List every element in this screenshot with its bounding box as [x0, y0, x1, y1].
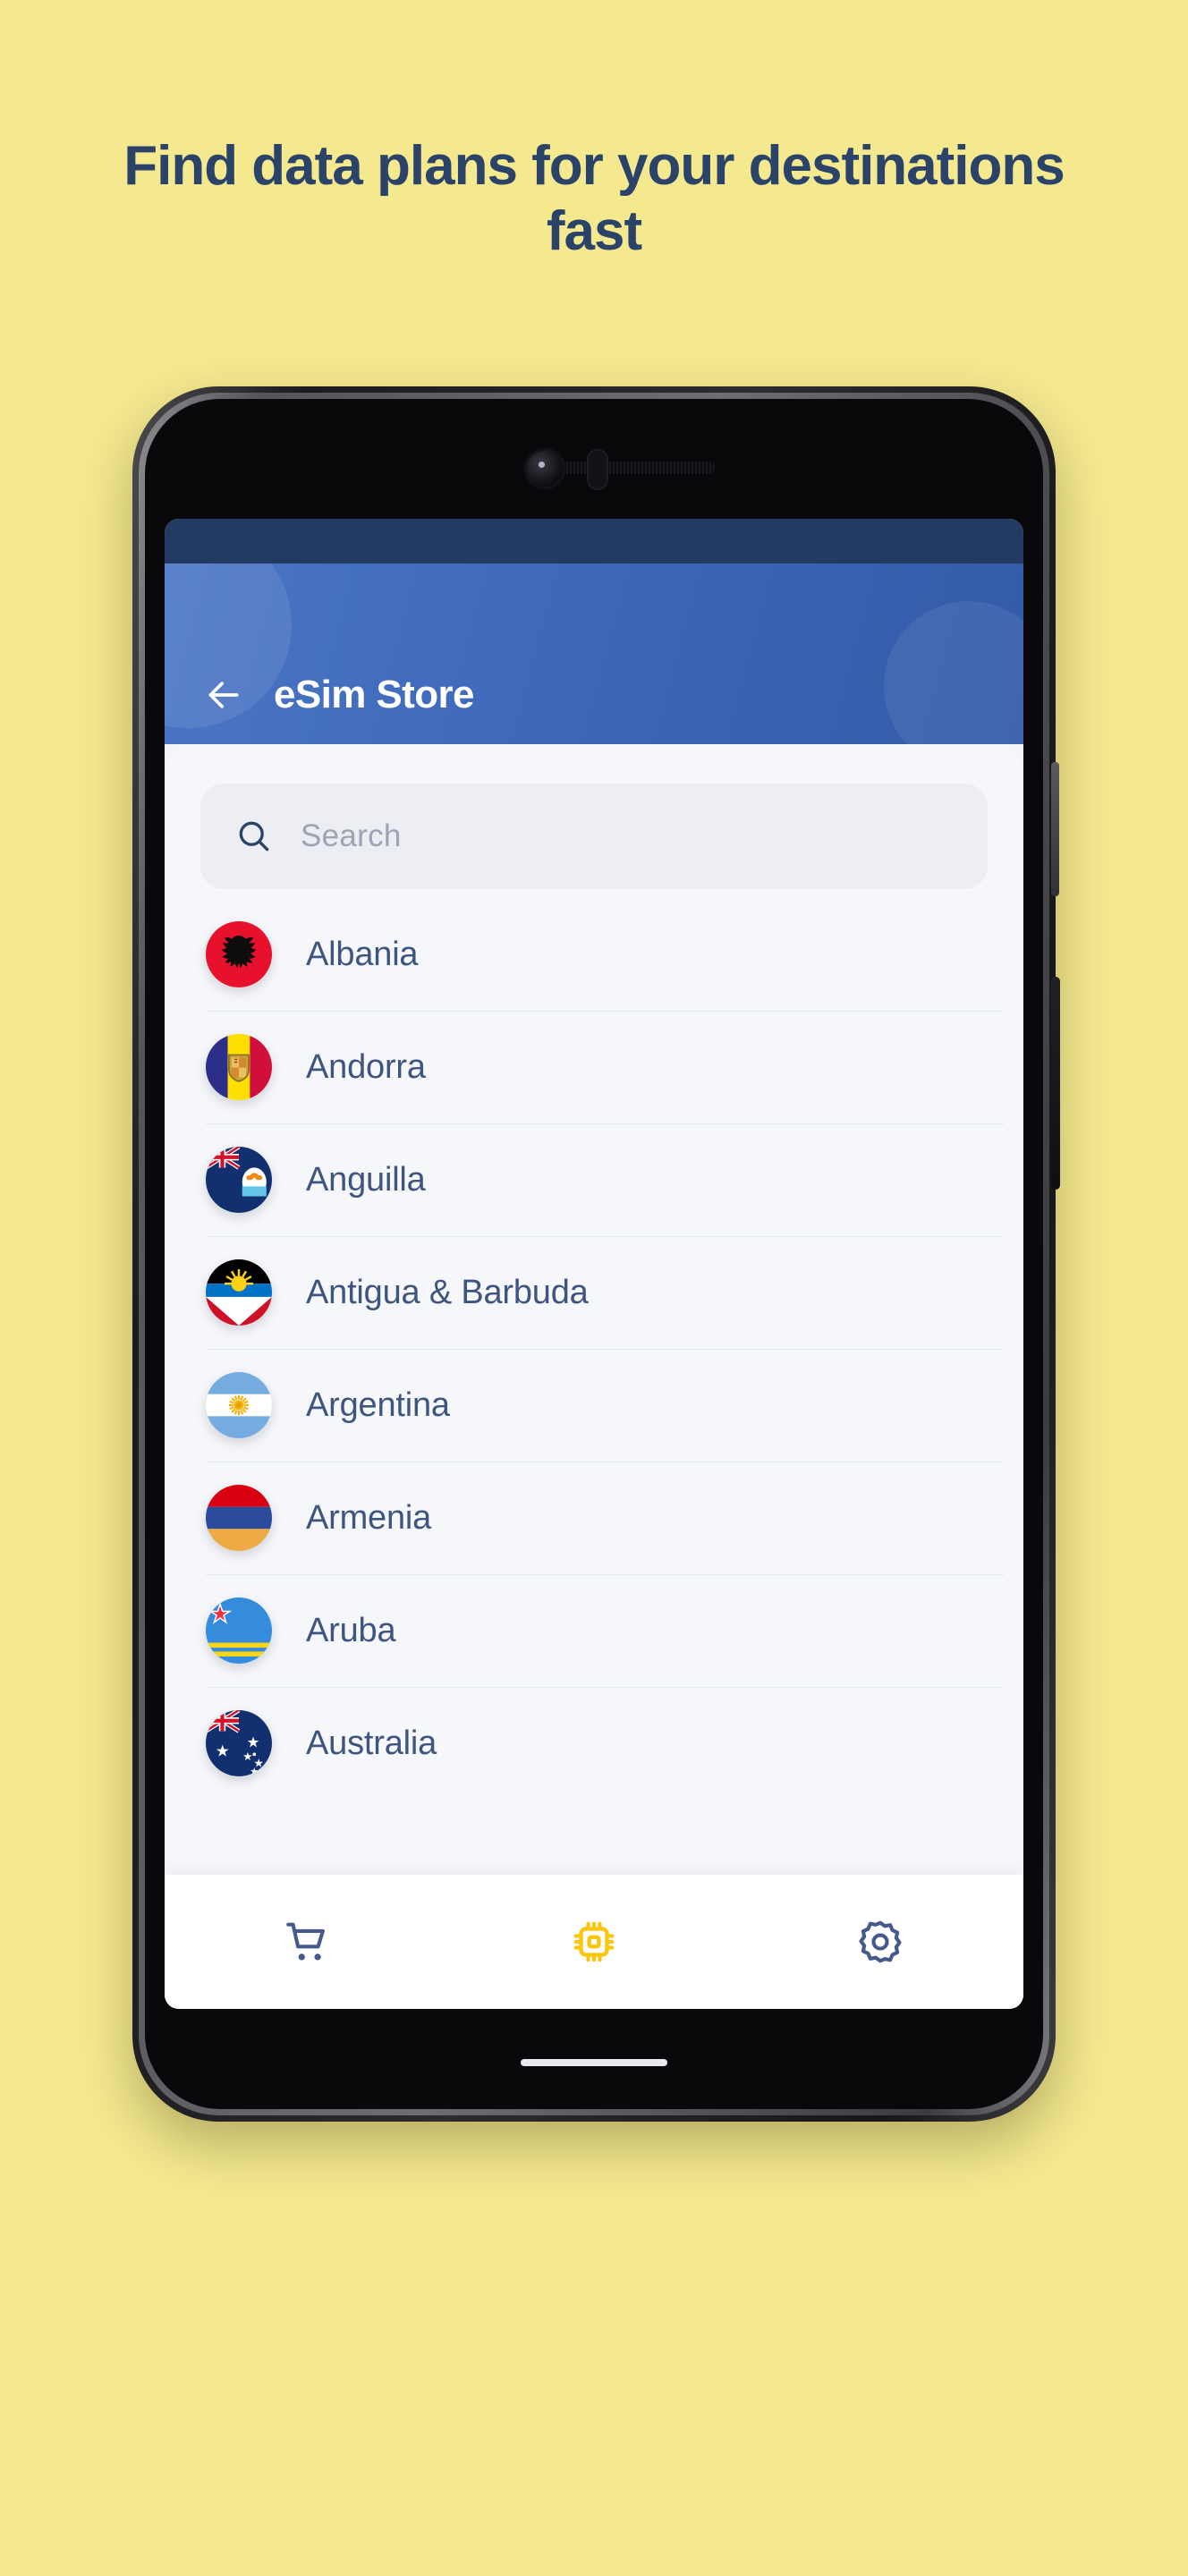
- country-name: Australia: [306, 1724, 437, 1762]
- antigua-and-barbuda-flag: [206, 1259, 272, 1326]
- phone-volume-button[interactable]: [1051, 977, 1060, 1190]
- albania-flag: [206, 921, 272, 987]
- search-icon: [239, 821, 269, 852]
- andorra-flag: [206, 1034, 272, 1100]
- phone-mockup: eSim Store Search Albania Andorra Anguil…: [132, 386, 1060, 2122]
- list-item[interactable]: Australia: [165, 1687, 1023, 1800]
- phone-power-button[interactable]: [1051, 762, 1059, 896]
- list-item[interactable]: Andorra: [165, 1011, 1023, 1123]
- country-name: Antigua & Barbuda: [306, 1273, 589, 1311]
- phone-screen: eSim Store Search Albania Andorra Anguil…: [165, 519, 1023, 2009]
- phone-bezel: eSim Store Search Albania Andorra Anguil…: [145, 399, 1043, 2109]
- list-item[interactable]: Anguilla: [165, 1123, 1023, 1236]
- list-item[interactable]: Albania: [165, 898, 1023, 1011]
- shopping-cart-icon: [286, 1922, 325, 1961]
- list-item[interactable]: Aruba: [165, 1574, 1023, 1687]
- anguilla-flag: [206, 1147, 272, 1213]
- search-placeholder: Search: [301, 818, 402, 853]
- argentina-flag: [206, 1372, 272, 1438]
- page-title: eSim Store: [274, 673, 474, 716]
- nav-item-esim[interactable]: [451, 1875, 737, 2009]
- country-name: Anguilla: [306, 1160, 426, 1199]
- gear-icon: [859, 1920, 902, 1963]
- app-bar: eSim Store: [165, 564, 1023, 744]
- country-name: Armenia: [306, 1498, 432, 1537]
- promo-headline: Find data plans for your destinations fa…: [123, 135, 1065, 262]
- list-item[interactable]: Argentina: [165, 1349, 1023, 1462]
- search-input[interactable]: Search: [200, 784, 988, 889]
- list-item[interactable]: Armenia: [165, 1462, 1023, 1574]
- status-bar: [165, 519, 1023, 564]
- earpiece-speaker-icon: [545, 462, 715, 474]
- app-bar-row: eSim Store: [165, 673, 1023, 717]
- list-item[interactable]: Antigua & Barbuda: [165, 1236, 1023, 1349]
- country-name: Albania: [306, 935, 419, 973]
- australia-flag: [206, 1710, 272, 1776]
- home-indicator: [521, 2059, 667, 2066]
- aruba-flag: [206, 1597, 272, 1664]
- content-sheet: Search Albania Andorra Anguilla Antigua …: [165, 744, 1023, 2009]
- front-camera-icon: [527, 451, 563, 487]
- bottom-navigation: [165, 1875, 1023, 2009]
- proximity-sensor-icon: [587, 449, 608, 490]
- sim-chip-icon: [573, 1921, 615, 1962]
- nav-item-cart[interactable]: [165, 1875, 451, 2009]
- country-name: Andorra: [306, 1047, 426, 1086]
- armenia-flag: [206, 1485, 272, 1551]
- country-name: Argentina: [306, 1385, 450, 1424]
- arrow-left-icon[interactable]: [204, 675, 243, 715]
- country-name: Aruba: [306, 1611, 396, 1649]
- nav-item-settings[interactable]: [737, 1875, 1023, 2009]
- country-list[interactable]: Albania Andorra Anguilla Antigua & Barbu…: [165, 898, 1023, 1800]
